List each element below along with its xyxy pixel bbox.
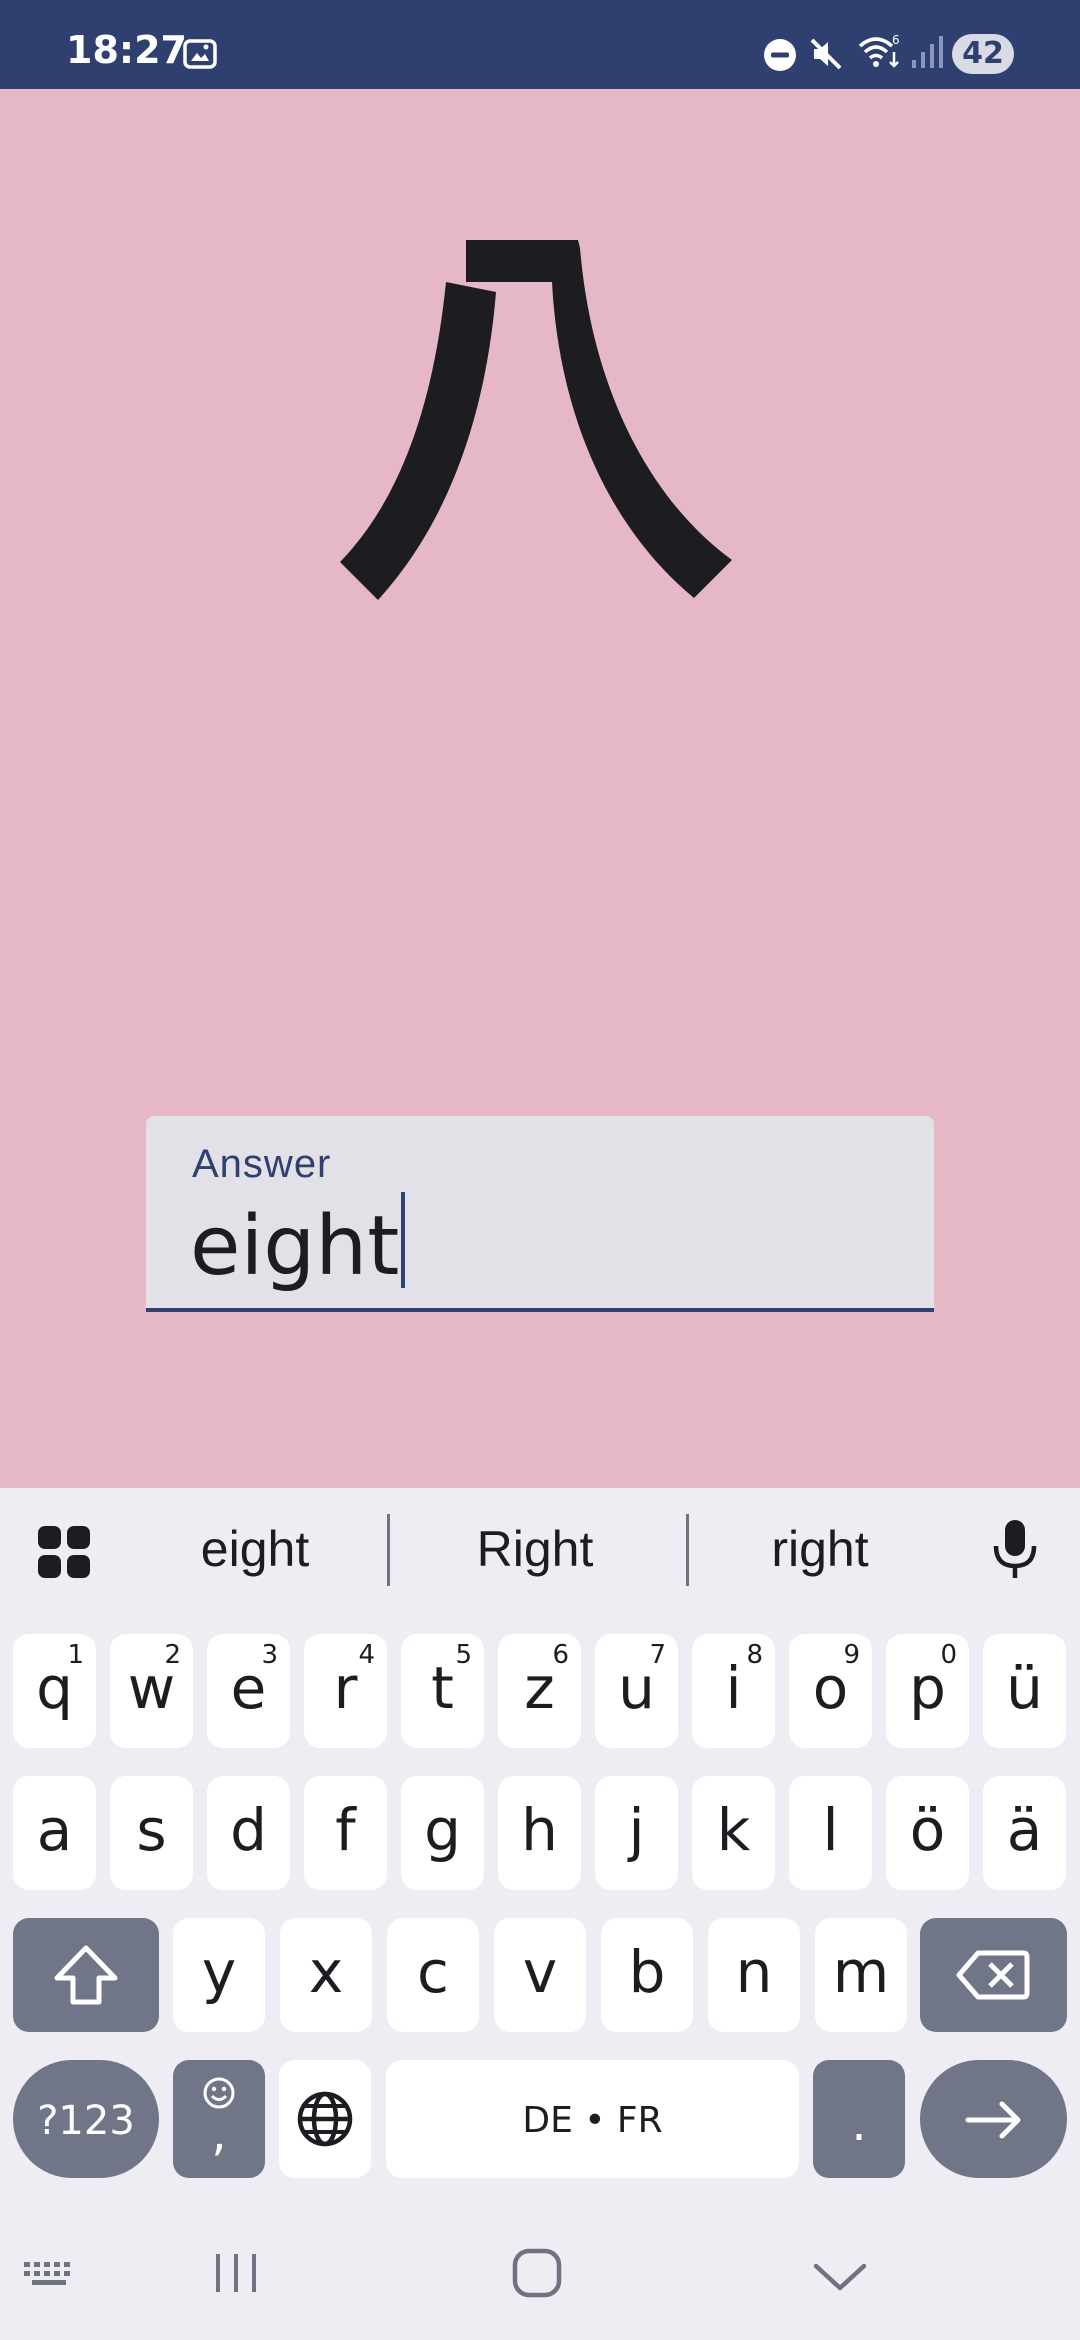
key-p[interactable]: p0 [886,1634,969,1748]
key-i[interactable]: i8 [692,1634,775,1748]
back-icon[interactable] [812,2260,868,2297]
svg-text:八: 八 [330,240,331,241]
dnd-icon [762,37,798,78]
text-caret [401,1192,406,1288]
key-f[interactable]: f [304,1776,387,1890]
key-ä[interactable]: ä [983,1776,1066,1890]
key-v[interactable]: v [494,1918,586,2032]
key-s[interactable]: s [110,1776,193,1890]
shift-key[interactable] [13,1918,159,2032]
suggestion-bar: eight Right right [0,1488,1080,1616]
arrow-right-icon [965,2101,1021,2139]
home-icon[interactable] [512,2248,562,2303]
recent-apps-icon[interactable] [212,2250,260,2301]
backspace-key[interactable] [920,1918,1067,2032]
key-r[interactable]: r4 [304,1634,387,1748]
answer-field[interactable]: Answer eight [146,1116,934,1312]
key-m[interactable]: m [815,1918,907,2032]
battery-indicator: 42 [952,34,1014,74]
key-ü[interactable]: ü [983,1634,1066,1748]
keyboard-hide-icon[interactable] [22,2260,78,2295]
suggestion-divider [686,1514,689,1586]
suggestion-3[interactable]: right [705,1520,935,1580]
key-k[interactable]: k [692,1776,775,1890]
symbols-key[interactable]: ?123 [13,2060,159,2178]
space-key[interactable]: DE • FR [386,2060,799,2178]
flashcard-kanji: 八 [0,200,1080,660]
microphone-icon[interactable] [990,1518,1040,1585]
key-e[interactable]: e3 [207,1634,290,1748]
key-u[interactable]: u7 [595,1634,678,1748]
key-q[interactable]: q1 [13,1634,96,1748]
key-j[interactable]: j [595,1776,678,1890]
key-n[interactable]: n [708,1918,800,2032]
apps-grid-icon[interactable] [36,1524,92,1585]
suggestion-2[interactable]: Right [420,1520,650,1580]
key-h[interactable]: h [498,1776,581,1890]
key-ö[interactable]: ö [886,1776,969,1890]
period-key[interactable]: . [813,2060,905,2178]
key-b[interactable]: b [601,1918,693,2032]
backspace-icon [956,1950,1030,2000]
key-y[interactable]: y [173,1918,265,2032]
key-l[interactable]: l [789,1776,872,1890]
signal-icon [910,34,946,75]
answer-input-value: eight [190,1199,400,1294]
status-time: 18:27 [66,28,187,72]
key-a[interactable]: a [13,1776,96,1890]
key-w[interactable]: w2 [110,1634,193,1748]
suggestion-divider [387,1514,390,1586]
key-z[interactable]: z6 [498,1634,581,1748]
mute-icon [806,34,846,79]
emoji-icon [203,2077,235,2109]
shift-icon [54,1945,118,2005]
emoji-comma-key[interactable]: , [173,2060,265,2178]
globe-icon [297,2091,353,2147]
wifi-icon: 6 [856,32,902,77]
key-o[interactable]: o9 [789,1634,872,1748]
navigation-bar [0,2210,1080,2340]
answer-input[interactable]: eight [190,1192,406,1294]
suggestion-1[interactable]: eight [140,1520,370,1580]
language-key[interactable] [279,2060,371,2178]
key-g[interactable]: g [401,1776,484,1890]
key-d[interactable]: d [207,1776,290,1890]
kanji-glyph: 八 [330,240,732,600]
screenshot-icon [182,36,218,77]
key-t[interactable]: t5 [401,1634,484,1748]
status-bar: 18:27 6 42 [0,0,1080,89]
key-x[interactable]: x [280,1918,372,2032]
key-c[interactable]: c [387,1918,479,2032]
enter-key[interactable] [920,2060,1067,2178]
answer-label: Answer [192,1142,332,1186]
svg-text:6: 6 [892,33,900,47]
